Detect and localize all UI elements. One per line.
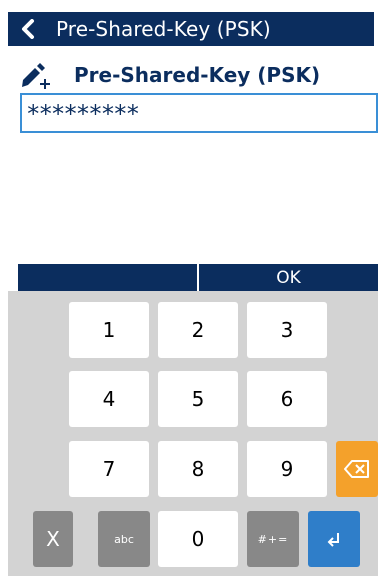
psk-input[interactable]: *********	[20, 93, 378, 133]
action-left-button[interactable]	[18, 264, 197, 291]
key-5[interactable]: 5	[158, 371, 238, 427]
action-bar: OK	[18, 264, 378, 291]
key-6[interactable]: 6	[247, 371, 327, 427]
cancel-key[interactable]: X	[33, 511, 73, 567]
key-8[interactable]: 8	[158, 441, 238, 497]
backspace-button[interactable]	[336, 441, 378, 497]
numeric-keypad: 1 2 3 4 5 6 7 8 9 X abc 0 #+=	[8, 291, 378, 576]
enter-icon	[327, 533, 339, 547]
chevron-left-icon	[22, 19, 34, 39]
page-title: Pre-Shared-Key (PSK)	[56, 17, 271, 41]
back-button[interactable]	[8, 12, 48, 46]
enter-button[interactable]	[308, 511, 360, 567]
field-label: Pre-Shared-Key (PSK)	[74, 63, 321, 87]
key-1[interactable]: 1	[69, 302, 149, 358]
key-0[interactable]: 0	[158, 511, 238, 567]
edit-add-icon	[22, 63, 50, 89]
key-2[interactable]: 2	[158, 302, 238, 358]
title-bar: Pre-Shared-Key (PSK)	[8, 12, 374, 46]
key-4[interactable]: 4	[69, 371, 149, 427]
key-7[interactable]: 7	[69, 441, 149, 497]
field-label-row: Pre-Shared-Key (PSK)	[20, 60, 320, 90]
abc-key[interactable]: abc	[98, 511, 150, 567]
key-9[interactable]: 9	[247, 441, 327, 497]
ok-button[interactable]: OK	[199, 264, 378, 291]
symbols-key[interactable]: #+=	[247, 511, 299, 567]
backspace-icon	[344, 460, 369, 478]
key-3[interactable]: 3	[247, 302, 327, 358]
